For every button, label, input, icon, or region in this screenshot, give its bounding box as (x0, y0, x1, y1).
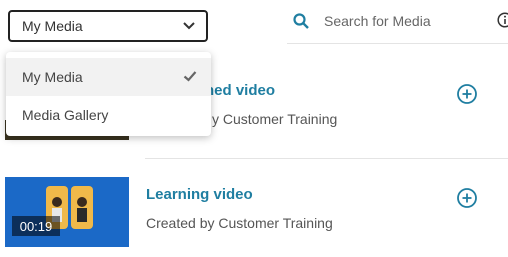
menu-option-label: Media Gallery (22, 107, 109, 123)
media-dropdown-menu: My Media Media Gallery (6, 52, 211, 136)
menu-option-my-media[interactable]: My Media (6, 58, 211, 96)
media-creator: Created by Customer Training (146, 215, 333, 231)
add-circle-icon[interactable] (456, 83, 478, 105)
duration-badge: 00:19 (12, 216, 60, 236)
search-icon[interactable] (293, 13, 309, 29)
row-divider (145, 158, 508, 159)
search-input[interactable] (318, 10, 474, 32)
menu-option-media-gallery[interactable]: Media Gallery (6, 96, 211, 134)
media-creator: y Customer Training (212, 111, 338, 127)
menu-option-label: My Media (22, 69, 83, 85)
search-underline (287, 43, 508, 44)
media-title[interactable]: ned video (205, 82, 275, 99)
media-select[interactable]: My Media (8, 10, 208, 42)
info-icon[interactable] (497, 12, 508, 28)
media-thumbnail[interactable] (5, 177, 129, 247)
media-title[interactable]: Learning video (146, 186, 253, 203)
checkmark-icon (183, 69, 197, 86)
add-circle-icon[interactable] (456, 187, 478, 209)
media-select-value: My Media (22, 18, 83, 34)
chevron-down-icon (182, 18, 196, 35)
